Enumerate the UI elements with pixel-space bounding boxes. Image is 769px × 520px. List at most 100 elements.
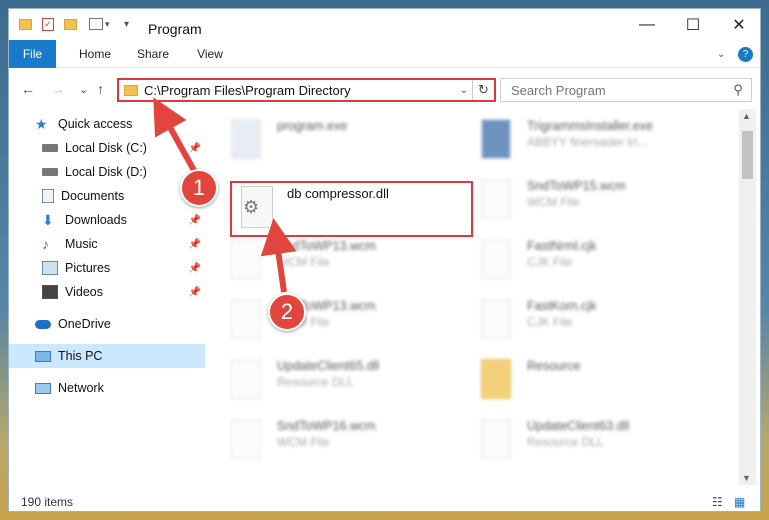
pin-icon: 📌 [188,238,201,250]
sidebar-item-label: Network [58,381,104,395]
file-type: WCM File [277,435,330,449]
expand-ribbon-icon[interactable]: ⌄ [717,49,725,60]
pin-icon: 📌 [188,214,201,226]
sidebar-item-label: Music [65,237,98,251]
search-input[interactable] [511,82,725,98]
sidebar-item-label: Downloads [65,213,127,227]
sidebar-item-onedrive[interactable]: OneDrive [9,312,205,336]
list-item[interactable]: UpdateClient65.dll Resource DLL [221,357,461,407]
file-type: CJK File [527,315,573,329]
scroll-down-icon[interactable]: ▼ [742,473,751,483]
pictures-icon [42,261,58,275]
sidebar-item-label: Local Disk (C:) [65,141,147,155]
list-item[interactable]: Resource [471,357,711,407]
refresh-button[interactable]: ↻ [472,80,494,100]
address-dropdown-icon[interactable]: ⌄ [456,85,472,96]
large-icons-view-icon[interactable]: ▦ [734,495,745,509]
pin-icon: 📌 [188,286,201,298]
file-name: FastNrml.cjk [527,239,597,253]
pin-icon: 📌 [188,142,201,154]
sidebar-item-label: Local Disk (D:) [65,165,147,179]
sidebar-item-music[interactable]: ♪ Music 📌 [9,232,205,256]
sidebar-item-quick-access[interactable]: ★ Quick access [9,112,205,136]
file-icon [481,239,511,279]
folder-icon [481,359,511,399]
status-bar: 190 items ☷ ▦ [9,491,760,511]
folder-icon [19,16,32,32]
sidebar-item-videos[interactable]: Videos 📌 [9,280,205,304]
cloud-icon [35,319,51,329]
minimize-button[interactable]: — [624,9,670,40]
highlighted-file-item[interactable]: ⚙ db compressor.dll [230,181,473,237]
scrollbar-thumb[interactable] [742,131,753,179]
forward-button[interactable]: → [51,81,65,97]
file-name: UpdateClient65.dll [277,359,380,373]
folder-icon [124,84,138,96]
file-icon [231,299,261,339]
qa-dropdown-icon[interactable]: ▾ [124,16,129,32]
address-path[interactable]: C:\Program Files\Program Directory [144,83,456,98]
file-type: Resource DLL [277,375,354,389]
file-type: ABBYY finereader tri... [527,135,648,149]
tab-file[interactable]: File [9,40,56,68]
sidebar-item-pictures[interactable]: Pictures 📌 [9,256,205,280]
search-box[interactable]: ⚲ [500,78,752,102]
list-item[interactable]: SndToWP13.wcm WCM File [221,237,461,287]
search-icon[interactable]: ⚲ [725,82,751,98]
sidebar-item-downloads[interactable]: ⬇ Downloads 📌 [9,208,205,232]
file-name: db compressor.dll [287,186,389,201]
sidebar-item-label: Quick access [58,117,133,131]
vertical-scrollbar[interactable]: ▲ ▼ [739,109,756,485]
customize-qa-icon[interactable]: ▾ [89,16,110,32]
sidebar-item-local-disk-c[interactable]: Local Disk (C:) 📌 [9,136,205,160]
list-item[interactable]: program.exe [221,117,461,167]
sidebar-item-label: This PC [58,349,103,363]
file-name: FastKorn.cjk [527,299,597,313]
file-type: WCM File [527,195,580,209]
file-type: WCM File [277,255,330,269]
sidebar-item-local-disk-d[interactable]: Local Disk (D:) [9,160,205,184]
file-explorer-window: ✓ ▾ ▾ Program — ☐ ✕ File Home Share View… [8,8,761,512]
properties-icon[interactable]: ✓ [42,16,54,32]
file-icon [481,179,511,219]
sidebar-item-documents[interactable]: Documents 📌 [9,184,205,208]
tab-share[interactable]: Share [131,40,175,68]
file-name: TrigrammsInstaller.exe [527,119,653,133]
list-item[interactable]: SndToWP15.wcm WCM File [471,177,711,227]
exe-file-icon [231,119,261,159]
sidebar-item-label: Videos [65,285,103,299]
file-name: SndToWP15.wcm [527,179,626,193]
sidebar-item-label: OneDrive [58,317,111,331]
help-icon[interactable]: ? [738,47,753,62]
file-icon [231,419,261,459]
back-button[interactable]: ← [21,81,35,97]
tab-view[interactable]: View [189,40,231,68]
new-folder-icon[interactable] [64,16,77,32]
list-item[interactable]: SndToWP16.wcm WCM File [221,417,461,467]
tab-home[interactable]: Home [71,40,119,68]
item-count: 190 items [21,495,74,509]
sidebar-item-label: Pictures [65,261,111,275]
address-bar[interactable]: C:\Program Files\Program Directory ⌄ ↻ [117,78,496,102]
list-item[interactable]: UpdateClient63.dll Resource DLL [471,417,711,467]
list-item[interactable]: FastKorn.cjk CJK File [471,297,711,347]
close-button[interactable]: ✕ [716,9,760,40]
navigation-pane: ★ Quick access Local Disk (C:) 📌 Local D… [9,109,205,481]
scroll-up-icon[interactable]: ▲ [742,111,751,121]
sidebar-item-network[interactable]: Network [9,376,205,400]
list-item[interactable]: FastNrml.cjk CJK File [471,237,711,287]
details-view-icon[interactable]: ☷ [712,495,723,509]
star-icon: ★ [35,116,48,132]
file-type: Resource DLL [527,435,604,449]
dll-file-icon [481,419,511,459]
download-icon: ⬇ [42,212,54,228]
list-item[interactable]: SndToWP13.wcm WCM File [221,297,461,347]
list-item[interactable]: TrigrammsInstaller.exe ABBYY finereader … [471,117,711,167]
network-icon [35,382,51,394]
up-button[interactable]: ↑ [97,81,104,97]
file-name: Resource [527,359,581,373]
recent-locations-button[interactable]: ⌄ [79,83,88,96]
sidebar-item-this-pc[interactable]: This PC [9,344,205,368]
window-title: Program [148,21,202,37]
maximize-button[interactable]: ☐ [670,9,716,40]
